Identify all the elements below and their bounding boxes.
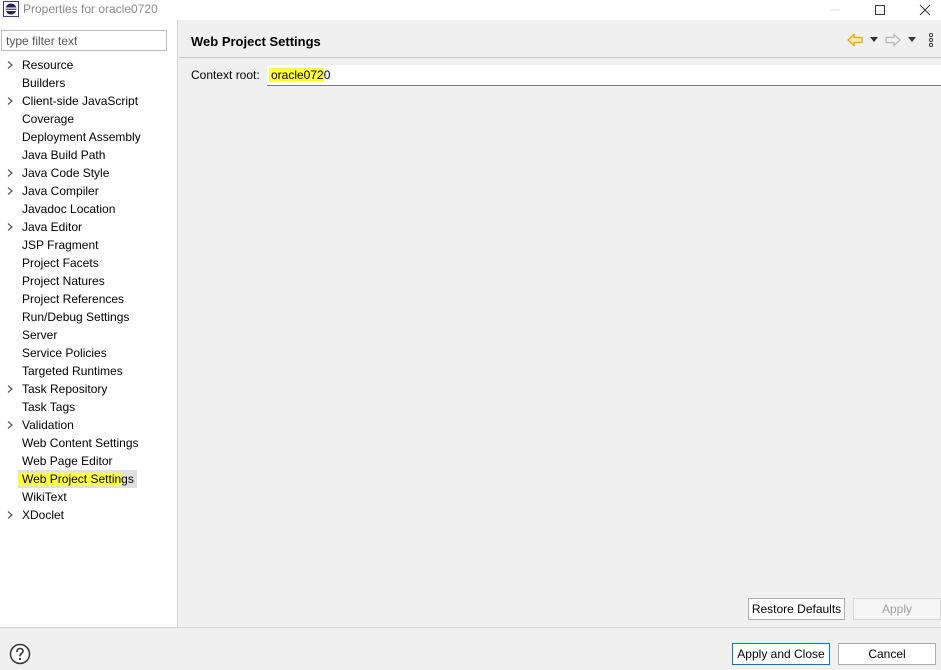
tree-item-label: Project Facets [22, 256, 99, 270]
tree-item-label: Targeted Runtimes [22, 364, 123, 378]
tree-item[interactable]: Coverage [0, 110, 176, 128]
property-pages-tree: Resource Builders Client-side JavaScript Co… [0, 56, 176, 524]
context-root-value-highlighted: oracle072 [269, 68, 324, 82]
apply-button[interactable]: Apply [853, 598, 941, 620]
tree-item[interactable]: Web Page Editor [0, 452, 176, 470]
tree-item-label: Validation [22, 418, 74, 432]
chevron-right-icon[interactable] [6, 169, 14, 177]
tree-item[interactable]: WikiText [0, 488, 176, 506]
help-icon[interactable] [9, 643, 31, 665]
tree-item[interactable]: Server [0, 326, 176, 344]
tree-item-label: Resource [22, 58, 74, 72]
context-root-value-rest: 0 [323, 68, 331, 82]
tree-item[interactable]: Project References [0, 290, 176, 308]
tree-item-label: Java Compiler [22, 184, 99, 198]
close-icon [919, 4, 931, 16]
tree-item-label: Javadoc Location [22, 202, 116, 216]
tree-item-label: Client-side JavaScript [22, 94, 139, 108]
tree-item-label: WikiText [22, 490, 67, 504]
tree-item-label: JSP Fragment [22, 238, 99, 252]
minimize-icon [830, 9, 840, 11]
maximize-button[interactable] [860, 0, 900, 20]
tree-item-label: Web Content Settings [22, 436, 139, 450]
tree-item-label: Project Natures [22, 274, 105, 288]
restore-defaults-button[interactable]: Restore Defaults [748, 598, 845, 620]
chevron-right-icon[interactable] [6, 61, 14, 69]
cancel-button[interactable]: Cancel [838, 643, 936, 665]
tree-item[interactable]: XDoclet [0, 506, 176, 524]
tree-item-label: Java Editor [22, 220, 83, 234]
tree-item[interactable]: Java Compiler [0, 182, 176, 200]
title-bar: Properties for oracle0720 [0, 0, 941, 20]
page-title: Web Project Settings [191, 34, 321, 49]
chevron-right-icon[interactable] [6, 421, 14, 429]
tree-item[interactable]: Javadoc Location [0, 200, 176, 218]
tree-item-label: Project References [22, 292, 125, 306]
forward-history-dropdown-icon[interactable] [908, 37, 916, 43]
tree-item-label: XDoclet [22, 508, 65, 522]
tree-item-label: Coverage [22, 112, 75, 126]
context-root-value: oracle0720 [269, 68, 331, 82]
minimize-button[interactable] [815, 0, 855, 20]
chevron-right-icon[interactable] [6, 385, 14, 393]
tree-item[interactable]: Java Editor [0, 218, 176, 236]
tree-item[interactable]: Builders [0, 74, 176, 92]
left-navigation-pane: Resource Builders Client-side JavaScript Co… [0, 20, 178, 627]
tree-item-label: Web Project Settings [18, 470, 137, 488]
chevron-right-icon[interactable] [6, 223, 14, 231]
tree-item[interactable]: Client-side JavaScript [0, 92, 176, 110]
tree-item-label: Java Build Path [22, 148, 106, 162]
tree-item[interactable]: Java Build Path [0, 146, 176, 164]
tree-item[interactable]: Service Policies [0, 344, 176, 362]
tree-item-label: Task Tags [22, 400, 76, 414]
chevron-right-icon[interactable] [6, 187, 14, 195]
close-button[interactable] [905, 0, 941, 20]
tree-item[interactable]: Task Repository [0, 380, 176, 398]
filter-input[interactable] [1, 30, 167, 51]
forward-arrow-icon[interactable] [885, 33, 901, 47]
maximize-icon [875, 5, 885, 15]
tree-item[interactable]: Targeted Runtimes [0, 362, 176, 380]
tree-item-label: Run/Debug Settings [22, 310, 130, 324]
apply-and-close-button[interactable]: Apply and Close [732, 643, 830, 665]
tree-item-label: Deployment Assembly [22, 130, 141, 144]
tree-item[interactable]: Run/Debug Settings [0, 308, 176, 326]
tree-item[interactable]: Deployment Assembly [0, 128, 176, 146]
tree-item[interactable]: Validation [0, 416, 176, 434]
chevron-right-icon[interactable] [6, 511, 14, 519]
back-arrow-icon[interactable] [847, 33, 863, 47]
tree-item[interactable]: Resource [0, 56, 176, 74]
tree-item-label: Web Page Editor [22, 454, 113, 468]
eclipse-app-icon [3, 1, 19, 17]
chevron-right-icon[interactable] [6, 97, 14, 105]
tree-item[interactable]: Web Content Settings [0, 434, 176, 452]
context-root-label: Context root: [191, 68, 260, 82]
tree-item-label: Service Policies [22, 346, 107, 360]
tree-item[interactable]: JSP Fragment [0, 236, 176, 254]
tree-item[interactable]: Web Project Settings [0, 470, 176, 488]
tree-item-label: Server [22, 328, 58, 342]
page-header: Web Project Settings [179, 20, 941, 58]
context-root-input[interactable]: oracle0720 [267, 65, 941, 86]
tree-item-label: Builders [22, 76, 66, 90]
back-history-dropdown-icon[interactable] [870, 37, 878, 43]
tree-item[interactable]: Project Natures [0, 272, 176, 290]
bottom-separator [0, 627, 941, 628]
more-options-icon[interactable] [928, 33, 934, 47]
tree-item-label: Task Repository [22, 382, 108, 396]
property-page: Web Project Settings Context root: oracl… [179, 20, 941, 627]
window-title: Properties for oracle0720 [23, 2, 158, 16]
tree-item[interactable]: Task Tags [0, 398, 176, 416]
tree-item[interactable]: Project Facets [0, 254, 176, 272]
tree-item-label: Java Code Style [22, 166, 110, 180]
tree-item[interactable]: Java Code Style [0, 164, 176, 182]
